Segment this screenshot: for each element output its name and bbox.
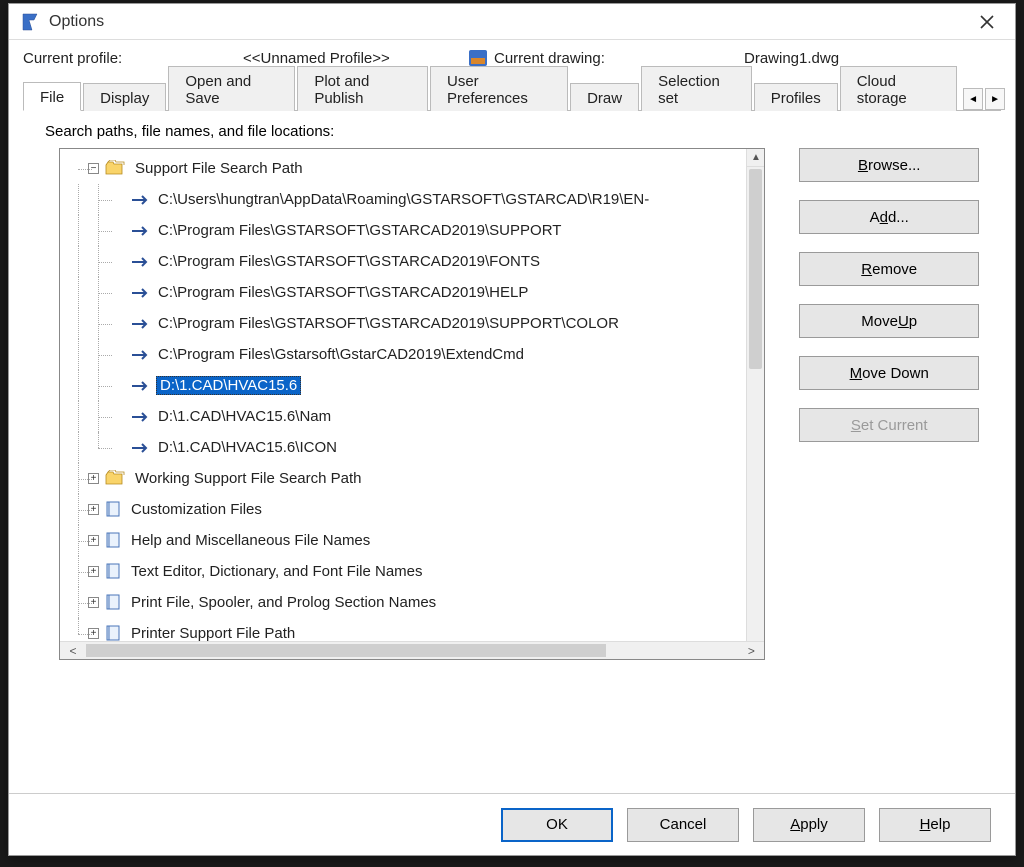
path-arrow-icon: [130, 193, 152, 207]
path-arrow-icon: [130, 379, 152, 393]
tree-path-item[interactable]: D:\1.CAD\HVAC15.6: [68, 370, 764, 401]
tree-path-item[interactable]: C:\Program Files\GSTARSOFT\GSTARCAD2019\…: [68, 277, 764, 308]
app-icon: [19, 11, 41, 33]
tree-node-label: Help and Miscellaneous File Names: [129, 532, 372, 549]
scroll-up-icon[interactable]: ▲: [747, 149, 764, 167]
tree-path-item[interactable]: D:\1.CAD\HVAC15.6\ICON: [68, 432, 764, 463]
tree-node-label: Print File, Spooler, and Prolog Section …: [129, 594, 438, 611]
tab-draw[interactable]: Draw: [570, 83, 639, 111]
tree-node-collapsed[interactable]: +Text Editor, Dictionary, and Font File …: [68, 556, 764, 587]
tree-path-label: C:\Program Files\Gstarsoft\GstarCAD2019\…: [156, 346, 526, 363]
document-icon: [105, 501, 123, 519]
tree-node-label: Printer Support File Path: [129, 625, 297, 641]
tab-scroll-right[interactable]: ►: [985, 88, 1005, 110]
tab-file[interactable]: File: [23, 82, 81, 111]
tree-node-collapsed[interactable]: +Printer Support File Path: [68, 618, 764, 641]
dialog-button-bar: OK Cancel Apply Help: [9, 793, 1015, 855]
tree-node-label: Customization Files: [129, 501, 264, 518]
tree-path-item[interactable]: C:\Program Files\GSTARSOFT\GSTARCAD2019\…: [68, 246, 764, 277]
tree-node-collapsed[interactable]: +Help and Miscellaneous File Names: [68, 525, 764, 556]
folders-icon: [105, 470, 127, 488]
document-icon: [105, 594, 123, 612]
dialog-title: Options: [49, 13, 969, 31]
titlebar: Options: [9, 4, 1015, 40]
tab-cloud-storage[interactable]: Cloud storage: [840, 66, 957, 111]
horizontal-scrollbar[interactable]: < >: [60, 641, 764, 659]
tree-node-collapsed[interactable]: +Print File, Spooler, and Prolog Section…: [68, 587, 764, 618]
path-arrow-icon: [130, 255, 152, 269]
apply-button[interactable]: Apply: [753, 808, 865, 842]
vertical-scroll-thumb[interactable]: [749, 169, 762, 369]
folders-icon: [105, 160, 127, 178]
tree-path-label: C:\Program Files\GSTARSOFT\GSTARCAD2019\…: [156, 222, 563, 239]
search-paths-tree[interactable]: −Support File Search Path C:\Users\hungtr…: [59, 148, 765, 660]
tree-path-item[interactable]: C:\Program Files\GSTARSOFT\GSTARCAD2019\…: [68, 308, 764, 339]
current-drawing-label: Current drawing:: [494, 50, 744, 67]
document-icon: [105, 625, 123, 642]
tree-node-collapsed[interactable]: +Working Support File Search Path: [68, 463, 764, 494]
ok-button[interactable]: OK: [501, 808, 613, 842]
drawing-icon: [468, 49, 494, 67]
tree-path-label: C:\Program Files\GSTARSOFT\GSTARCAD2019\…: [156, 315, 621, 332]
move-up-button[interactable]: Move Up: [799, 304, 979, 338]
tree-node-support-file-search-path[interactable]: −Support File Search Path: [68, 153, 764, 184]
horizontal-scroll-thumb[interactable]: [86, 644, 606, 657]
document-icon: [105, 563, 123, 581]
current-drawing-value: Drawing1.dwg: [744, 50, 1001, 67]
document-icon: [105, 532, 123, 550]
tab-profiles[interactable]: Profiles: [754, 83, 838, 111]
tree-path-label: D:\1.CAD\HVAC15.6\ICON: [156, 439, 339, 456]
tab-panel-file: Search paths, file names, and file locat…: [23, 110, 1001, 793]
tab-user-preferences[interactable]: User Preferences: [430, 66, 568, 111]
path-arrow-icon: [130, 224, 152, 238]
tree-path-label: D:\1.CAD\HVAC15.6\Nam: [156, 408, 333, 425]
path-arrow-icon: [130, 441, 152, 455]
tree-path-item[interactable]: C:\Program Files\Gstarsoft\GstarCAD2019\…: [68, 339, 764, 370]
path-arrow-icon: [130, 410, 152, 424]
help-button[interactable]: Help: [879, 808, 991, 842]
move-down-button[interactable]: Move Down: [799, 356, 979, 390]
side-button-column: Browse... Add... Remove Move Up Move Dow…: [799, 148, 979, 471]
tree-path-label: C:\Program Files\GSTARSOFT\GSTARCAD2019\…: [156, 253, 542, 270]
set-current-button: Set Current: [799, 408, 979, 442]
add-button[interactable]: Add...: [799, 200, 979, 234]
tree-path-label: C:\Program Files\GSTARSOFT\GSTARCAD2019\…: [156, 284, 530, 301]
remove-button[interactable]: Remove: [799, 252, 979, 286]
tab-display[interactable]: Display: [83, 83, 166, 111]
panel-label: Search paths, file names, and file locat…: [23, 111, 1001, 148]
current-profile-label: Current profile:: [23, 50, 243, 67]
tab-plot-and-publish[interactable]: Plot and Publish: [297, 66, 428, 111]
tab-open-and-save[interactable]: Open and Save: [168, 66, 295, 111]
tree-path-item[interactable]: C:\Program Files\GSTARSOFT\GSTARCAD2019\…: [68, 215, 764, 246]
browse-button[interactable]: Browse...: [799, 148, 979, 182]
tab-scroll-buttons: ◄ ►: [963, 88, 1005, 110]
current-profile-value: <<Unnamed Profile>>: [243, 50, 468, 67]
tree-node-label: Text Editor, Dictionary, and Font File N…: [129, 563, 425, 580]
path-arrow-icon: [130, 317, 152, 331]
tree-path-item[interactable]: C:\Users\hungtran\AppData\Roaming\GSTARS…: [68, 184, 764, 215]
scroll-left-icon[interactable]: <: [60, 642, 86, 659]
path-arrow-icon: [130, 348, 152, 362]
vertical-scrollbar[interactable]: ▲: [746, 149, 764, 641]
tree-node-label: Support File Search Path: [133, 160, 305, 177]
scroll-right-icon[interactable]: >: [738, 642, 764, 659]
tree-path-item[interactable]: D:\1.CAD\HVAC15.6\Nam: [68, 401, 764, 432]
tree-path-label: D:\1.CAD\HVAC15.6: [156, 376, 301, 395]
path-arrow-icon: [130, 286, 152, 300]
close-button[interactable]: [969, 7, 1005, 37]
tree-path-label: C:\Users\hungtran\AppData\Roaming\GSTARS…: [156, 191, 651, 208]
tab-bar: File Display Open and Save Plot and Publ…: [9, 76, 1015, 110]
cancel-button[interactable]: Cancel: [627, 808, 739, 842]
tab-selection-set[interactable]: Selection set: [641, 66, 752, 111]
tab-scroll-left[interactable]: ◄: [963, 88, 983, 110]
options-dialog: Options Current profile: <<Unnamed Profi…: [8, 3, 1016, 856]
tree-node-label: Working Support File Search Path: [133, 470, 364, 487]
tree-node-collapsed[interactable]: +Customization Files: [68, 494, 764, 525]
